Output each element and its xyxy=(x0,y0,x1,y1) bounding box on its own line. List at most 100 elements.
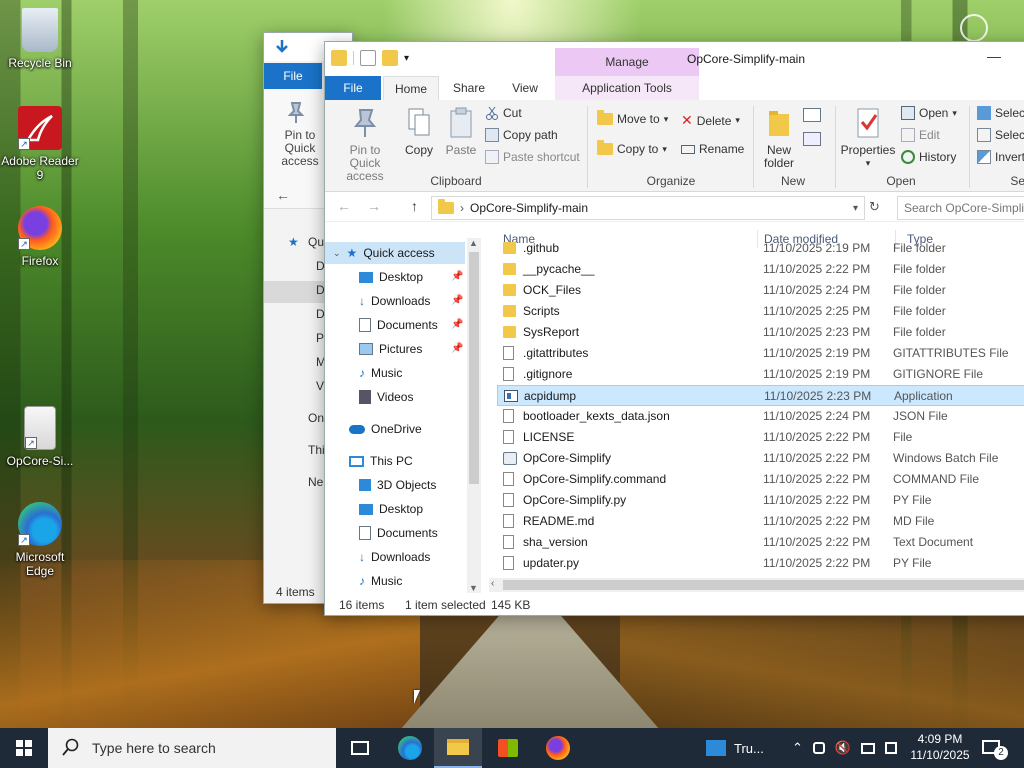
desktop-opcore-shortcut[interactable]: ↗ OpCore-Si... xyxy=(0,406,80,468)
file-row[interactable]: .gitignore 11/10/2025 2:19 PM GITIGNORE Fi… xyxy=(497,364,1024,385)
file-row[interactable]: OpCore-Simplify.py 11/10/2025 2:22 PM PY F… xyxy=(497,490,1024,511)
back-nav-item[interactable]: P xyxy=(316,331,324,345)
scroll-down-icon[interactable]: ▼ xyxy=(469,583,478,593)
nav-videos[interactable]: Videos xyxy=(325,386,465,408)
task-view-button[interactable] xyxy=(336,728,384,768)
refresh-icon[interactable]: ↻ xyxy=(869,199,880,215)
address-box[interactable]: › OpCore-Simplify-main ▾ xyxy=(431,196,865,220)
file-row[interactable]: Scripts 11/10/2025 2:25 PM File folder xyxy=(497,301,1024,322)
desktop-top-right-icon[interactable] xyxy=(960,14,988,42)
delete-button[interactable]: ✕ Delete ▾ xyxy=(681,112,740,129)
desktop-adobe-reader[interactable]: ↗ Adobe Reader 9 xyxy=(0,106,80,182)
qat-dropdown-icon[interactable]: ▾ xyxy=(404,53,409,64)
paste-shortcut-button[interactable]: Paste shortcut xyxy=(485,150,580,164)
new-folder-button[interactable]: New folder xyxy=(759,106,799,170)
desktop-recycle-bin[interactable]: Recycle Bin xyxy=(0,8,80,70)
back-nav-item[interactable]: On xyxy=(308,411,324,425)
taskbar-firefox[interactable] xyxy=(534,728,582,768)
edit-button[interactable]: Edit xyxy=(901,128,940,142)
tab-view[interactable]: View xyxy=(505,76,545,100)
rename-button[interactable]: Rename xyxy=(681,142,744,156)
nav-pictures[interactable]: Pictures 📌 xyxy=(325,338,465,360)
file-row[interactable]: .gitattributes 11/10/2025 2:19 PM GITATTRI… xyxy=(497,343,1024,364)
nav-scrollbar[interactable]: ▲ ▼ xyxy=(467,238,481,593)
news-widget[interactable]: Tru... xyxy=(706,728,764,768)
back-nav-item[interactable]: V xyxy=(316,379,324,393)
select-none-button[interactable]: Select xyxy=(977,128,1024,142)
network-icon[interactable] xyxy=(861,742,876,754)
nav-onedrive[interactable]: OneDrive xyxy=(325,418,465,440)
horizontal-scroll-thumb[interactable] xyxy=(503,580,1024,590)
nav-music[interactable]: ♪ Music xyxy=(325,362,465,384)
back-pin-button[interactable]: Pin to Quick access xyxy=(270,129,330,168)
back-nav-item[interactable]: Ne xyxy=(308,475,323,489)
scroll-left-icon[interactable]: ‹ xyxy=(491,578,494,589)
back-button[interactable]: ← xyxy=(337,198,351,214)
taskbar-file-explorer[interactable] xyxy=(434,728,482,768)
back-file-tab[interactable]: File xyxy=(264,63,322,89)
up-button[interactable]: ↑ xyxy=(411,198,418,214)
system-clock[interactable]: 4:09 PM 11/10/2025 xyxy=(908,731,972,763)
forward-button[interactable]: → xyxy=(367,198,381,214)
search-input[interactable]: Search OpCore-Simplify-main xyxy=(897,196,1024,220)
minimize-button[interactable]: — xyxy=(987,48,1001,64)
notification-center-button[interactable]: 2 xyxy=(980,736,1008,760)
tab-file[interactable]: File xyxy=(325,76,381,100)
nav-desktop[interactable]: Desktop 📌 xyxy=(325,266,465,288)
copy-button[interactable]: Copy xyxy=(401,106,437,157)
back-nav-item[interactable]: Qu xyxy=(308,235,324,249)
file-row[interactable]: __pycache__ 11/10/2025 2:22 PM File folder xyxy=(497,259,1024,280)
nav-pc-music[interactable]: ♪ Music xyxy=(325,570,465,592)
nav-pc-downloads[interactable]: ↓ Downloads xyxy=(325,546,465,568)
file-row[interactable]: README.md 11/10/2025 2:22 PM MD File xyxy=(497,511,1024,532)
file-row[interactable]: updater.py 11/10/2025 2:22 PM PY File xyxy=(497,553,1024,574)
breadcrumb[interactable]: OpCore-Simplify-main xyxy=(470,201,588,215)
volume-muted-icon[interactable]: 🔇 xyxy=(835,740,851,756)
nav-pc-documents[interactable]: Documents xyxy=(325,522,465,544)
properties-button[interactable]: Properties ▾ xyxy=(839,106,897,170)
desktop-microsoft-edge[interactable]: ↗ Microsoft Edge xyxy=(0,502,80,578)
address-dropdown-icon[interactable]: ▾ xyxy=(853,203,858,214)
back-nav-back[interactable]: ← xyxy=(276,187,290,203)
horizontal-scrollbar[interactable]: ‹ xyxy=(489,578,1024,592)
taskbar-edge[interactable] xyxy=(386,728,434,768)
tab-home[interactable]: Home xyxy=(383,76,439,100)
paste-button[interactable]: Paste xyxy=(441,106,481,157)
file-row[interactable]: LICENSE 11/10/2025 2:22 PM File xyxy=(497,427,1024,448)
file-row[interactable]: bootloader_kexts_data.json 11/10/2025 2:2… xyxy=(497,406,1024,427)
history-button[interactable]: History xyxy=(901,150,956,164)
scroll-up-icon[interactable]: ▲ xyxy=(469,238,478,248)
nav-documents[interactable]: Documents 📌 xyxy=(325,314,465,336)
file-row[interactable]: OCK_Files 11/10/2025 2:24 PM File folder xyxy=(497,280,1024,301)
nav-this-pc[interactable]: This PC xyxy=(325,450,465,472)
file-row[interactable]: .github 11/10/2025 2:19 PM File folder xyxy=(497,238,1024,259)
nav-downloads[interactable]: ↓ Downloads 📌 xyxy=(325,290,465,312)
nav-scroll-thumb[interactable] xyxy=(469,252,479,484)
invert-selection-button[interactable]: Invert xyxy=(977,150,1024,164)
nav-3d-objects[interactable]: 3D Objects xyxy=(325,474,465,496)
properties-check-icon[interactable] xyxy=(360,50,376,66)
nav-pc-desktop[interactable]: Desktop xyxy=(325,498,465,520)
new-item-icon[interactable] xyxy=(803,108,821,122)
nav-quick-access[interactable]: ⌄ ★ Quick access xyxy=(325,242,465,264)
back-nav-item[interactable]: Thi xyxy=(308,443,325,457)
taskbar-store[interactable] xyxy=(484,728,532,768)
new-folder-icon[interactable] xyxy=(382,50,398,66)
chevron-up-icon[interactable]: ⌃ xyxy=(792,740,803,756)
language-icon[interactable] xyxy=(885,742,898,754)
start-button[interactable] xyxy=(0,728,48,768)
file-row[interactable]: sha_version 11/10/2025 2:22 PM Text Docume… xyxy=(497,532,1024,553)
select-all-button[interactable]: Select xyxy=(977,106,1024,120)
copy-to-button[interactable]: Copy to ▾ xyxy=(597,140,667,156)
cut-button[interactable]: Cut xyxy=(485,106,522,120)
file-row[interactable]: SysReport 11/10/2025 2:23 PM File folder xyxy=(497,322,1024,343)
file-row[interactable]: acpidump 11/10/2025 2:23 PM Application xyxy=(497,385,1024,406)
open-button[interactable]: Open ▾ xyxy=(901,106,957,120)
meet-icon[interactable] xyxy=(812,742,825,754)
desktop-firefox[interactable]: ↗ Firefox xyxy=(0,206,80,268)
easy-access-icon[interactable] xyxy=(803,132,821,146)
title-bar[interactable]: ▾ Manage OpCore-Simplify-main — xyxy=(325,42,1024,76)
taskbar-search[interactable]: Type here to search xyxy=(48,728,336,768)
pin-quick-access-button[interactable]: Pin to Quick access xyxy=(333,106,397,183)
file-row[interactable]: OpCore-Simplify 11/10/2025 2:22 PM Windows… xyxy=(497,448,1024,469)
